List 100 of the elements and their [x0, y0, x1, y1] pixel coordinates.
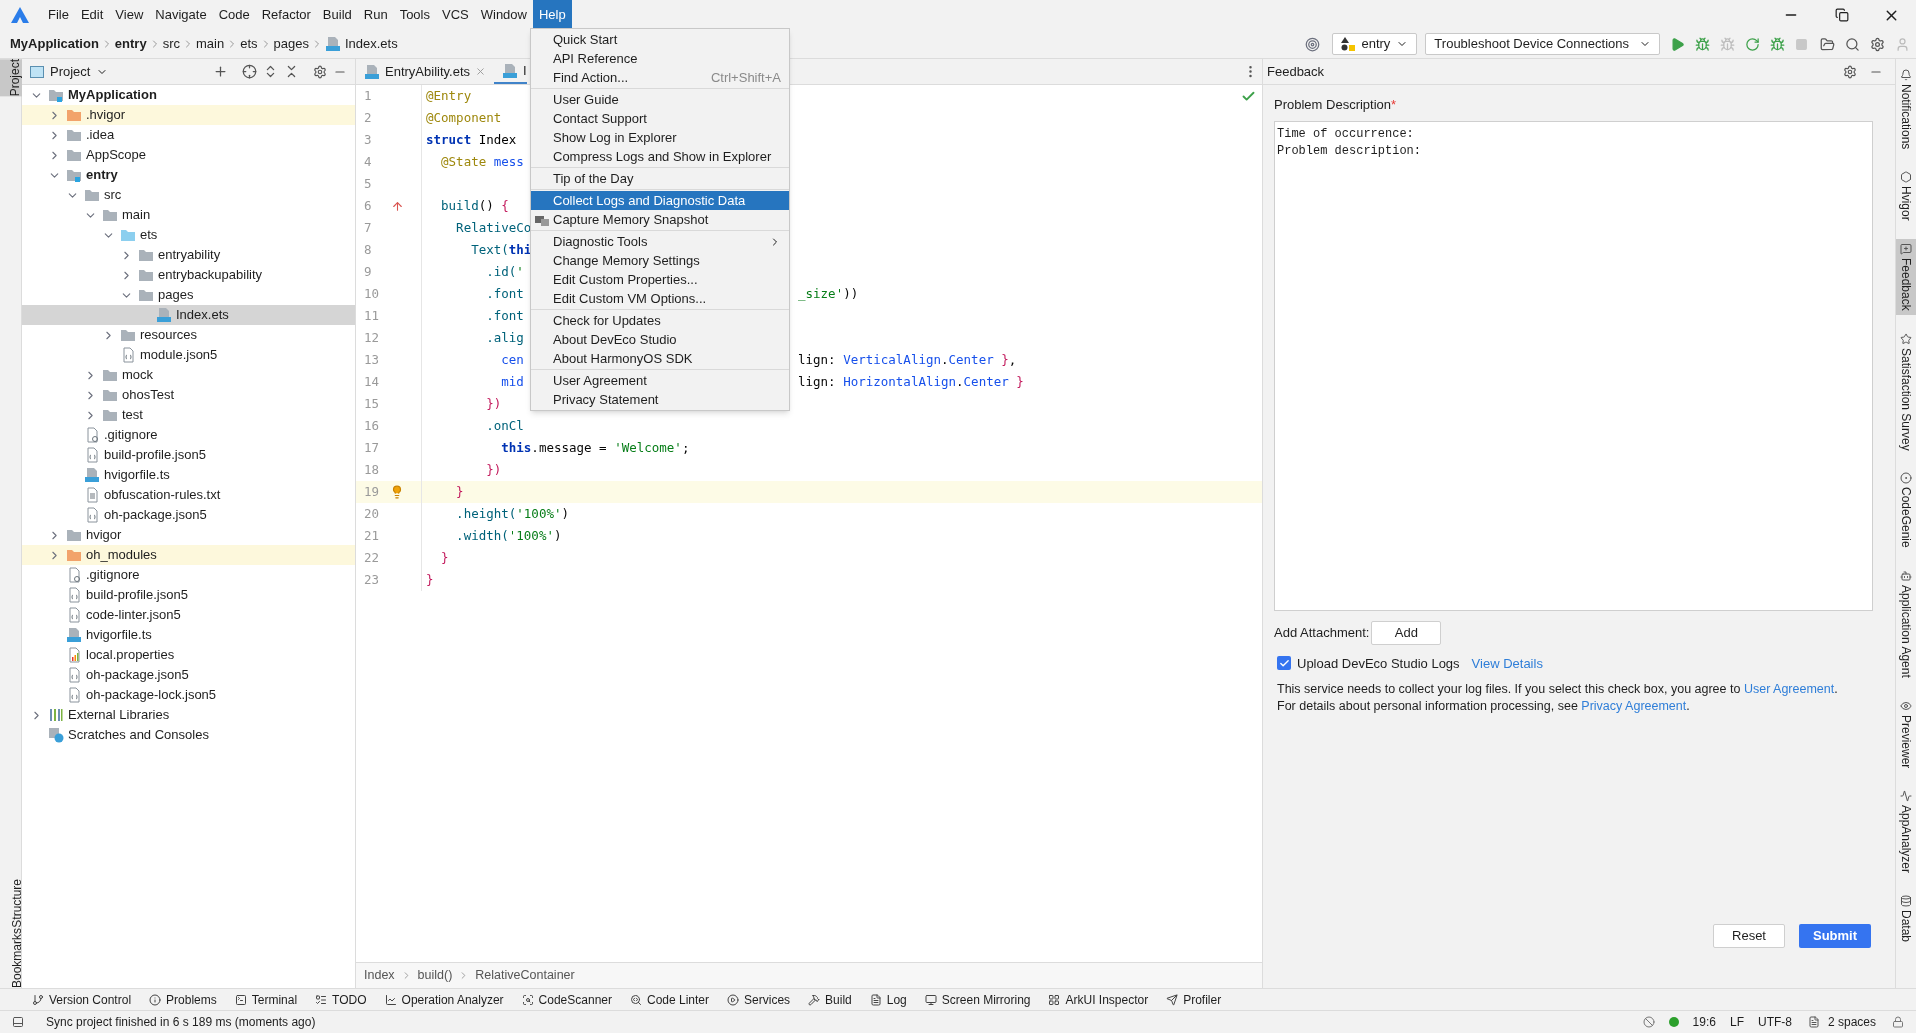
- tool-window-tab[interactable]: Project: [0, 59, 22, 97]
- tool-window-tab[interactable]: Screen Mirroring: [941, 990, 1031, 1009]
- reload-icon[interactable]: [1745, 36, 1760, 52]
- panel-title[interactable]: Project: [50, 61, 91, 82]
- breadcrumb[interactable]: build(): [417, 966, 453, 985]
- breadcrumb[interactable]: entry: [114, 34, 147, 54]
- editor-tab[interactable]: I: [494, 59, 527, 84]
- tree-item[interactable]: oh-package.json5: [22, 665, 355, 685]
- menu-item[interactable]: Contact Support: [531, 109, 789, 128]
- panel-icon[interactable]: [12, 1016, 24, 1028]
- tool-window-tab[interactable]: CodeGenie: [1896, 468, 1916, 553]
- tree-item[interactable]: build-profile.json5: [22, 585, 355, 605]
- menu-item[interactable]: API Reference: [531, 49, 789, 68]
- settings-icon[interactable]: [313, 64, 327, 79]
- debug-icon[interactable]: [1695, 36, 1710, 52]
- tool-window-tab[interactable]: Problems: [166, 990, 217, 1009]
- tree-item[interactable]: code-linter.json5: [22, 605, 355, 625]
- menu-item[interactable]: Check for Updates: [531, 311, 789, 330]
- menu-item[interactable]: Capture Memory Snapshot: [531, 210, 789, 229]
- tool-window-tab[interactable]: Notifications: [1896, 65, 1916, 154]
- breadcrumb[interactable]: ets: [240, 34, 258, 54]
- settings-icon[interactable]: [1843, 64, 1857, 79]
- breadcrumb[interactable]: pages: [273, 34, 309, 54]
- tool-window-tab[interactable]: Build: [825, 990, 852, 1009]
- tool-window-tab[interactable]: TODO: [332, 990, 367, 1009]
- lightbulb-icon[interactable]: [390, 485, 404, 499]
- breadcrumb[interactable]: main: [196, 34, 225, 54]
- tree-item[interactable]: oh_modules: [22, 545, 355, 565]
- line-ending[interactable]: LF: [1729, 1013, 1744, 1031]
- menu-item[interactable]: Tip of the Day: [531, 169, 789, 188]
- target-icon[interactable]: [1305, 36, 1321, 52]
- tree-item[interactable]: hvigor: [22, 525, 355, 545]
- submit-button[interactable]: Submit: [1799, 924, 1871, 948]
- tool-window-tab[interactable]: Version Control: [49, 990, 132, 1009]
- maximize-icon[interactable]: [1835, 8, 1849, 22]
- breadcrumb[interactable]: RelativeContainer: [475, 966, 575, 985]
- menu-item[interactable]: Run: [357, 0, 394, 30]
- device-dropdown[interactable]: Troubleshoot Device Connections: [1425, 33, 1660, 55]
- menu-item[interactable]: Build: [316, 0, 358, 30]
- tree-item[interactable]: entrybackupability: [22, 265, 355, 285]
- tree-item[interactable]: .hvigor: [22, 105, 355, 125]
- tree-item[interactable]: main: [22, 205, 355, 225]
- tree-item[interactable]: mock: [22, 365, 355, 385]
- tree-item[interactable]: .gitignore: [22, 425, 355, 445]
- tree-item[interactable]: build-profile.json5: [22, 445, 355, 465]
- tree-item[interactable]: MyApplication: [22, 85, 355, 105]
- menu-item[interactable]: Window: [474, 0, 533, 30]
- tool-window-tab[interactable]: Satisfaction Survey: [1896, 328, 1916, 455]
- indent-setting[interactable]: 2 spaces: [1827, 1013, 1876, 1031]
- menu-item[interactable]: Collect Logs and Diagnostic Data: [531, 191, 789, 210]
- tree-item[interactable]: resources: [22, 325, 355, 345]
- override-icon[interactable]: [390, 199, 404, 213]
- blocked-icon[interactable]: [1642, 1016, 1655, 1028]
- tree-item[interactable]: hvigorfile.ts: [22, 465, 355, 485]
- view-details-link[interactable]: View Details: [1471, 653, 1543, 673]
- tool-window-tab[interactable]: CodeScanner: [538, 990, 612, 1009]
- tool-window-tab[interactable]: Application Agent: [1896, 566, 1916, 682]
- menu-item[interactable]: Find Action... Ctrl+Shift+A: [531, 68, 789, 87]
- search-icon[interactable]: [1845, 36, 1860, 52]
- problem-description-field[interactable]: Time of occurrence: Problem description:: [1274, 120, 1873, 611]
- tree-item[interactable]: ets: [22, 225, 355, 245]
- tree-item[interactable]: Scratches and Consoles: [22, 725, 355, 745]
- encoding[interactable]: UTF-8: [1757, 1013, 1792, 1031]
- tool-window-tab[interactable]: ArkUI Inspector: [1065, 990, 1149, 1009]
- run-config-dropdown[interactable]: entry: [1332, 33, 1418, 55]
- tree-item[interactable]: pages: [22, 285, 355, 305]
- tool-window-tab[interactable]: Profiler: [1183, 990, 1222, 1009]
- tree-item[interactable]: .idea: [22, 125, 355, 145]
- menu-item[interactable]: About HarmonyOS SDK: [531, 349, 789, 368]
- breadcrumb[interactable]: Index: [364, 966, 395, 985]
- locate-icon[interactable]: [242, 64, 257, 79]
- tool-window-tab[interactable]: Log: [886, 990, 907, 1009]
- tool-window-tab[interactable]: Feedback: [1896, 239, 1916, 315]
- menu-item[interactable]: Edit Custom Properties...: [531, 270, 789, 289]
- menu-item[interactable]: About DevEco Studio: [531, 330, 789, 349]
- menu-item[interactable]: File: [42, 0, 75, 30]
- menu-item[interactable]: Privacy Statement: [531, 390, 789, 409]
- tree-item[interactable]: AppScope: [22, 145, 355, 165]
- tree-item[interactable]: External Libraries: [22, 705, 355, 725]
- menu-item[interactable]: User Agreement: [531, 371, 789, 390]
- menu-item[interactable]: Compress Logs and Show in Explorer: [531, 147, 789, 166]
- tree-item[interactable]: Index.ets: [22, 305, 355, 325]
- reset-button[interactable]: Reset: [1713, 924, 1785, 948]
- tool-window-tab[interactable]: Code Linter: [647, 990, 710, 1009]
- tree-item[interactable]: test: [22, 405, 355, 425]
- settings-icon[interactable]: [1870, 36, 1885, 52]
- tool-window-tab[interactable]: Hvigor: [1896, 167, 1916, 226]
- menu-item[interactable]: Edit: [74, 0, 110, 30]
- run-icon[interactable]: [1670, 36, 1685, 52]
- breadcrumb[interactable]: MyApplication: [10, 34, 99, 54]
- tree-item[interactable]: oh-package-lock.json5: [22, 685, 355, 705]
- menu-item[interactable]: Change Memory Settings: [531, 251, 789, 270]
- menu-item[interactable]: Navigate: [149, 0, 213, 30]
- menu-item[interactable]: Diagnostic Tools: [531, 232, 789, 251]
- menu-item[interactable]: Show Log in Explorer: [531, 128, 789, 147]
- tree-item[interactable]: ohosTest: [22, 385, 355, 405]
- breadcrumb[interactable]: src: [162, 34, 180, 54]
- menu-item[interactable]: Refactor: [255, 0, 317, 30]
- tool-window-tab[interactable]: Services: [744, 990, 791, 1009]
- tool-window-tab[interactable]: Bookmarks: [0, 927, 22, 988]
